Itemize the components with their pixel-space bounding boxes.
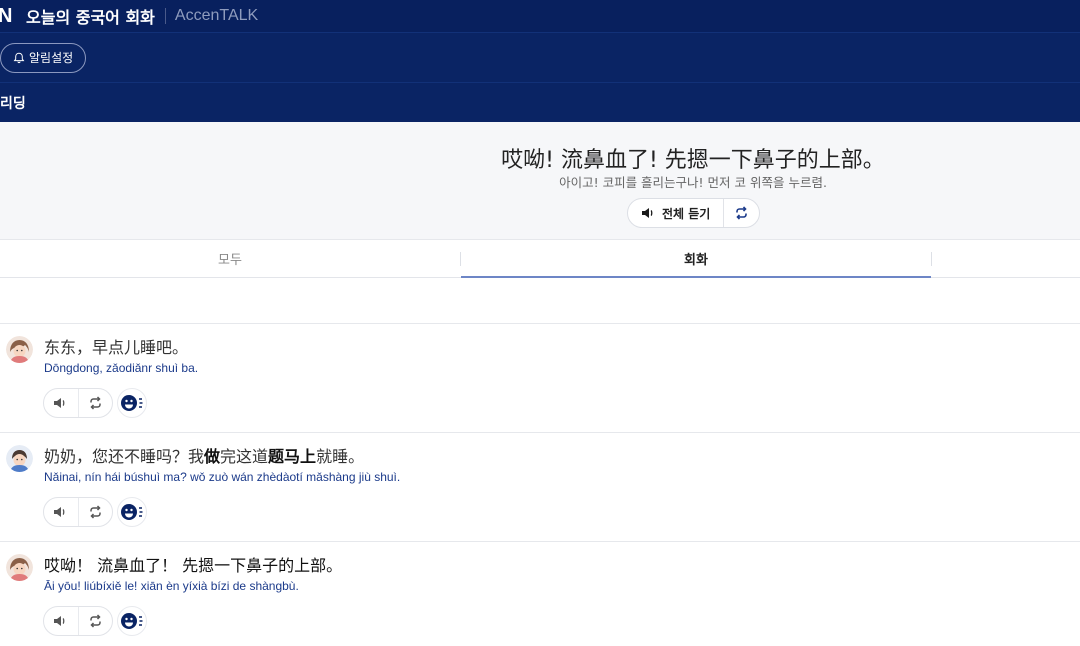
dialogue-row: 奶奶，您还不睡吗？我做完这道题马上就睡。 Nǎinai, nín hái bús… <box>0 433 1080 542</box>
chinese-sentence: 东东，早点儿睡吧。 <box>44 338 189 357</box>
tab-all[interactable]: 모두 <box>0 240 460 277</box>
pinyin-text: Dōngdong, zǎodiǎnr shuì ba. <box>44 361 199 375</box>
sentence-part: 就睡。 <box>316 447 365 466</box>
repeat-sentence-button[interactable] <box>79 389 113 417</box>
hero-korean-translation: 아이고! 코피를 흘리는구나! 먼저 코 위쪽을 누르렴. <box>559 175 827 190</box>
chinese-sentence: 奶奶，您还不睡吗？我做完这道题马上就睡。 <box>44 443 364 467</box>
audio-pill <box>43 497 113 527</box>
sentence-part: 奶奶，您还不睡吗？我 <box>44 447 205 466</box>
audio-pill <box>43 388 113 418</box>
subheader: 알림설정 <box>0 32 1080 82</box>
play-sentence-button[interactable] <box>44 389 79 417</box>
repeat-icon <box>90 396 101 410</box>
content-spacer <box>0 278 1080 324</box>
speaking-practice-button[interactable] <box>117 388 147 418</box>
pinyin-text: Āi yōu! liúbíxiě le! xiān èn yíxià bízi … <box>44 579 299 593</box>
tab-conversation[interactable]: 회화 <box>461 240 931 278</box>
sentence-hero: 哎呦! 流鼻血了! 先摁一下鼻子的上部。 아이고! 코피를 흘리는구나! 먼저 … <box>0 122 1080 240</box>
hero-audio-controls: 전체 듣기 <box>627 198 760 228</box>
logo[interactable]: N <box>0 5 16 28</box>
speaker-icon <box>54 616 65 626</box>
bell-icon <box>13 52 25 63</box>
grandma-avatar <box>6 554 33 581</box>
brand-name: AccenTALK <box>174 7 259 24</box>
grandma-avatar <box>6 336 33 363</box>
speaking-face-icon <box>121 504 143 520</box>
emphasized-word: 题马上 <box>268 447 317 466</box>
speaking-face-icon <box>121 613 143 629</box>
top-header: N 오늘의 중국어 회화 AccenTALK <box>0 0 1080 32</box>
repeat-icon <box>736 206 747 220</box>
repeat-toggle-button[interactable] <box>724 199 759 227</box>
speaking-practice-button[interactable] <box>117 497 147 527</box>
sentence-part: 完这道 <box>220 447 269 466</box>
chinese-sentence: 哎呦！ 流鼻血了！ 先摁一下鼻子的上部。 <box>44 556 343 575</box>
audio-pill <box>43 606 113 636</box>
sentence-controls <box>43 497 147 527</box>
play-all-button[interactable]: 전체 듣기 <box>628 199 724 227</box>
speaking-face-icon <box>121 395 143 411</box>
dialogue-row: 东东，早点儿睡吧。 Dōngdong, zǎodiǎnr shuì ba. <box>0 324 1080 433</box>
section-title: 리딩 <box>0 95 26 112</box>
tab-divider <box>931 251 932 266</box>
alarm-settings-label: 알림설정 <box>29 51 74 65</box>
boy-avatar <box>6 445 33 472</box>
play-sentence-button[interactable] <box>44 498 79 526</box>
title-divider <box>164 8 166 24</box>
repeat-sentence-button[interactable] <box>79 607 113 635</box>
alarm-settings-button[interactable]: 알림설정 <box>0 42 87 73</box>
tab-bar: 모두 회화 <box>0 240 1080 278</box>
pinyin-text: Nǎinai, nín hái búshuì ma? wǒ zuò wán zh… <box>44 470 401 484</box>
speaking-practice-button[interactable] <box>117 606 147 636</box>
speaker-icon <box>642 208 653 218</box>
speaker-icon <box>54 507 65 517</box>
speaker-icon <box>54 398 65 408</box>
repeat-icon <box>90 614 101 628</box>
emphasized-word: 做 <box>204 447 221 466</box>
repeat-icon <box>90 505 101 519</box>
play-all-label: 전체 듣기 <box>662 206 711 221</box>
repeat-sentence-button[interactable] <box>79 498 113 526</box>
play-sentence-button[interactable] <box>44 607 79 635</box>
dialogue-row: 哎呦！ 流鼻血了！ 先摁一下鼻子的上部。 Āi yōu! liúbíxiě le… <box>0 542 1080 646</box>
section-bar: 리딩 <box>0 82 1080 122</box>
sentence-controls <box>43 388 147 418</box>
app-title[interactable]: 오늘의 중국어 회화 <box>26 4 155 28</box>
sentence-controls <box>43 606 147 636</box>
hero-chinese-sentence: 哎呦! 流鼻血了! 先摁一下鼻子的上部。 <box>501 148 885 173</box>
